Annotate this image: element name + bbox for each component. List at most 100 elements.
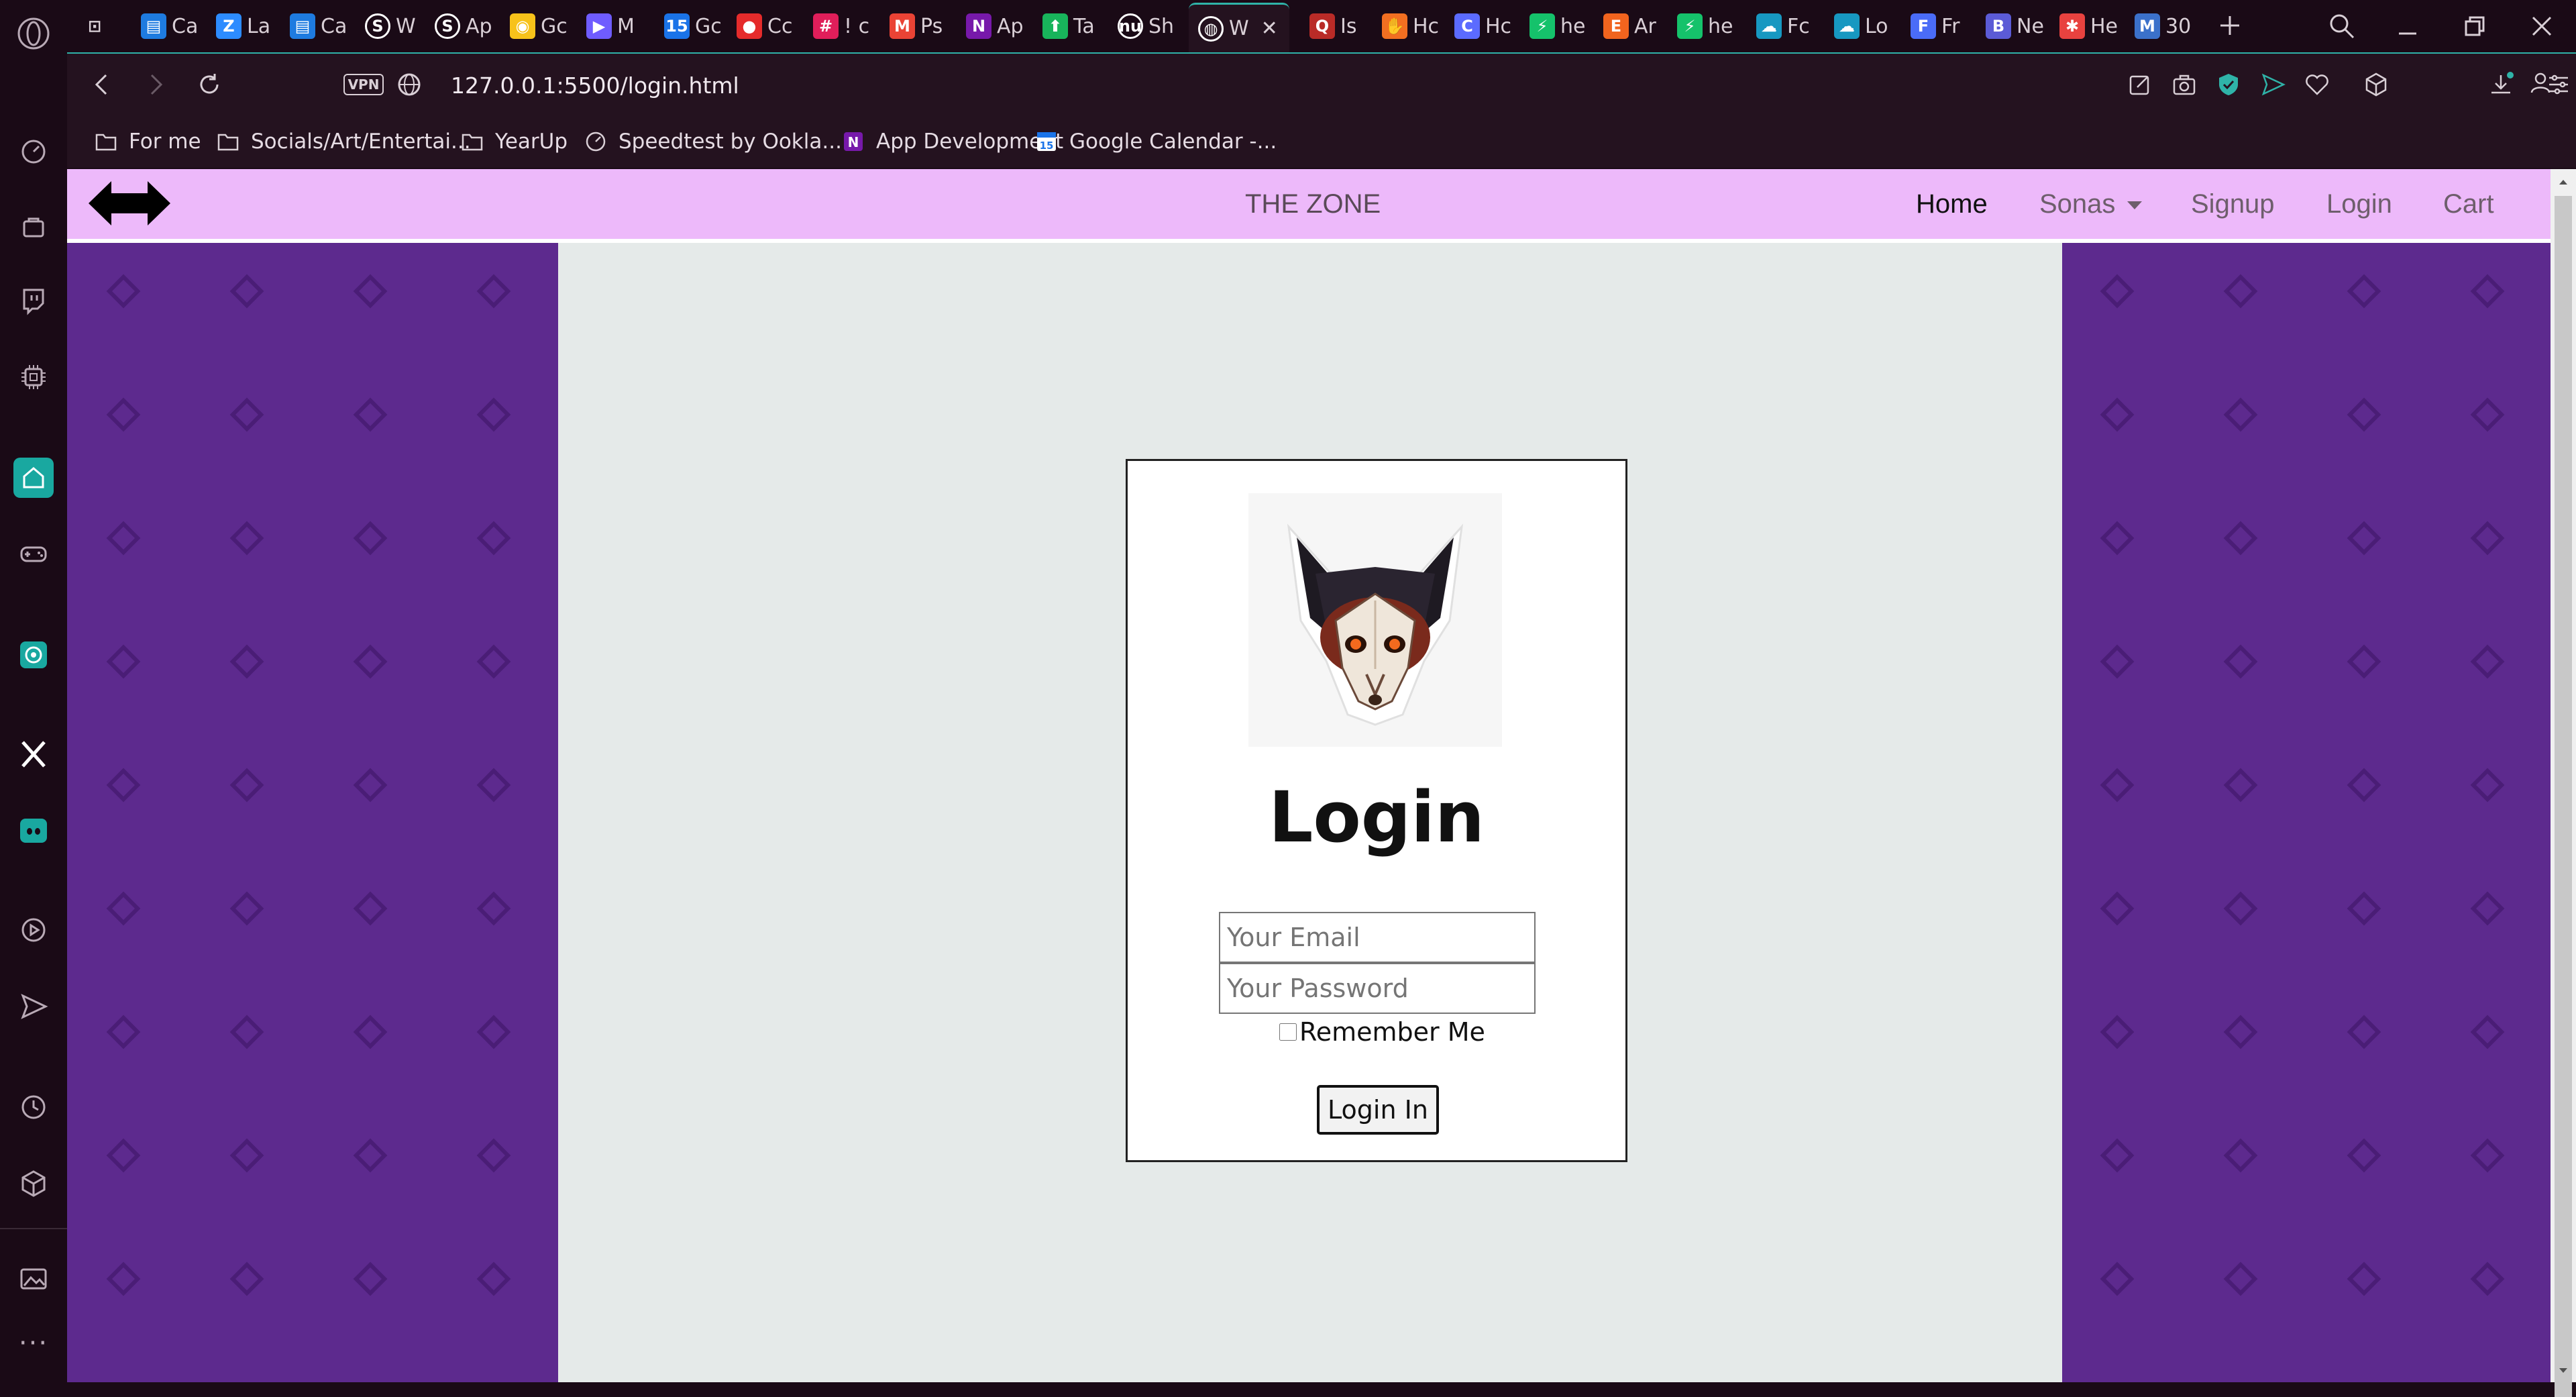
bookmark-item[interactable]: N App Development <box>841 125 1063 158</box>
nav-login-link[interactable]: Login <box>2326 187 2392 221</box>
scroll-down-icon[interactable] <box>2556 1363 2571 1378</box>
send-icon[interactable] <box>17 990 50 1023</box>
bookmark-item[interactable]: Speedtest by Ookla... <box>584 125 842 158</box>
sidebar-divider <box>0 1228 67 1229</box>
password-field[interactable] <box>1219 963 1536 1014</box>
tab[interactable]: nu Sh <box>1118 9 1185 43</box>
history-icon[interactable] <box>17 1091 50 1123</box>
tab[interactable]: S Ap <box>435 9 502 43</box>
site-brand-title[interactable]: THE ZONE <box>1245 187 1381 221</box>
new-tab-icon[interactable] <box>2214 9 2246 42</box>
profile-icon[interactable] <box>2528 70 2553 95</box>
camera-icon[interactable] <box>2171 71 2198 98</box>
speed-dial-icon[interactable] <box>17 136 50 168</box>
tab-label: Sh <box>1148 14 1175 38</box>
close-tab-icon[interactable]: ✕ <box>1261 17 1278 40</box>
tab[interactable]: M Ps <box>890 9 957 43</box>
tab[interactable]: ⬆ Ta <box>1042 9 1110 43</box>
tab-active[interactable]: ◍ W ✕ <box>1189 3 1289 52</box>
tab-label: Lo <box>1865 14 1888 38</box>
tab[interactable]: ◉ Gc <box>510 9 577 43</box>
shopping-icon[interactable] <box>17 211 50 243</box>
twitch-icon[interactable] <box>17 284 50 317</box>
s-icon: S <box>435 13 460 39</box>
heart-icon[interactable] <box>2304 71 2330 98</box>
bookmark-item[interactable]: YearUp <box>460 125 568 158</box>
scroll-up-icon[interactable] <box>2556 174 2571 189</box>
bookmark-label: YearUp <box>495 130 568 154</box>
minimize-icon[interactable] <box>2392 11 2423 42</box>
tab[interactable]: SW <box>365 9 432 43</box>
vpn-badge[interactable]: VPN <box>343 74 384 95</box>
search-tabs-icon[interactable] <box>2326 11 2357 42</box>
scrollbar-thumb[interactable] <box>2555 196 2572 1397</box>
tab[interactable]: E Ar <box>1603 9 1670 43</box>
discord-icon[interactable] <box>17 815 50 847</box>
tab[interactable]: ⊡ <box>82 9 149 43</box>
tab-label: ! c <box>844 14 870 38</box>
send-icon[interactable] <box>2259 71 2286 98</box>
download-icon[interactable] <box>2487 71 2514 98</box>
tab[interactable]: ☁ Lo <box>1834 9 1901 43</box>
gallery-icon[interactable] <box>17 1263 50 1295</box>
bookmark-item[interactable]: 15 Google Calendar -... <box>1034 125 1277 158</box>
bookmark-item[interactable]: For me <box>94 125 201 158</box>
tab[interactable]: 15 Gc <box>664 9 731 43</box>
remember-me-checkbox[interactable] <box>1279 1023 1297 1041</box>
cube-icon[interactable] <box>17 1168 50 1200</box>
forward-icon[interactable] <box>141 70 170 99</box>
url-field[interactable]: 127.0.0.1:5500/login.html <box>451 70 739 102</box>
tab[interactable]: C Hc <box>1454 9 1521 43</box>
speedtest-icon <box>584 130 608 154</box>
remember-me-row[interactable]: Remember Me <box>1279 1015 1485 1049</box>
tab[interactable]: Q Is <box>1309 9 1377 43</box>
double-arrow-logo-icon[interactable] <box>87 178 172 228</box>
cube-icon[interactable] <box>2363 71 2390 98</box>
restore-icon[interactable] <box>2459 11 2490 42</box>
tab[interactable]: ✱ He <box>2059 9 2127 43</box>
tab[interactable]: ● Cc <box>737 9 804 43</box>
tab[interactable]: ☁ Fc <box>1756 9 1823 43</box>
tab[interactable]: M 30 <box>2135 9 2202 43</box>
bolt-icon: ⚡ <box>1677 13 1703 39</box>
reload-icon[interactable] <box>195 70 224 99</box>
bookmark-item[interactable]: Socials/Art/Entertai... <box>216 125 471 158</box>
player-icon[interactable] <box>17 914 50 946</box>
chatgpt-icon[interactable] <box>17 639 50 671</box>
tab[interactable]: B Ne <box>1986 9 2053 43</box>
nav-home-link[interactable]: Home <box>1916 187 1988 221</box>
shield-icon[interactable] <box>2215 71 2242 98</box>
tab[interactable]: #! c <box>813 9 880 43</box>
tab-label: Ca <box>321 14 347 38</box>
tab[interactable]: ▤ Ca <box>141 9 208 43</box>
tab[interactable]: ▶ M <box>586 9 653 43</box>
tab[interactable]: N Ap <box>966 9 1033 43</box>
tab[interactable]: ⚡ he <box>1529 9 1597 43</box>
cloud-icon: ☁ <box>1834 13 1860 39</box>
x-twitter-icon[interactable] <box>17 738 50 770</box>
tab[interactable]: ⚡ he <box>1677 9 1744 43</box>
nav-sonas-dropdown[interactable]: Sonas <box>2039 187 2143 221</box>
login-button[interactable]: Login In <box>1317 1085 1439 1135</box>
tab-label: Ne <box>2017 14 2044 38</box>
profile-icon[interactable] <box>67 71 94 98</box>
tab[interactable]: ✋ Hc <box>1382 9 1449 43</box>
close-window-icon[interactable] <box>2526 11 2557 42</box>
opera-logo-icon[interactable] <box>17 17 50 50</box>
chip-icon[interactable] <box>17 361 50 393</box>
edit-icon[interactable] <box>2127 71 2153 98</box>
globe-icon[interactable] <box>396 71 423 98</box>
tab-label: he <box>1708 14 1733 38</box>
tab[interactable]: F Fr <box>1911 9 1978 43</box>
email-field[interactable] <box>1219 912 1536 963</box>
tab[interactable]: ▤ Ca <box>290 9 357 43</box>
nav-cart-link[interactable]: Cart <box>2443 187 2494 221</box>
more-options-icon[interactable]: ··· <box>15 1330 52 1357</box>
controller-icon[interactable] <box>17 538 50 570</box>
nav-signup-link[interactable]: Signup <box>2191 187 2275 221</box>
zoom-icon: Z <box>216 13 241 39</box>
tab[interactable]: Z La <box>216 9 283 43</box>
home-icon[interactable] <box>13 458 54 498</box>
page-scrollbar[interactable] <box>2551 169 2576 1397</box>
record-icon: ● <box>737 13 762 39</box>
